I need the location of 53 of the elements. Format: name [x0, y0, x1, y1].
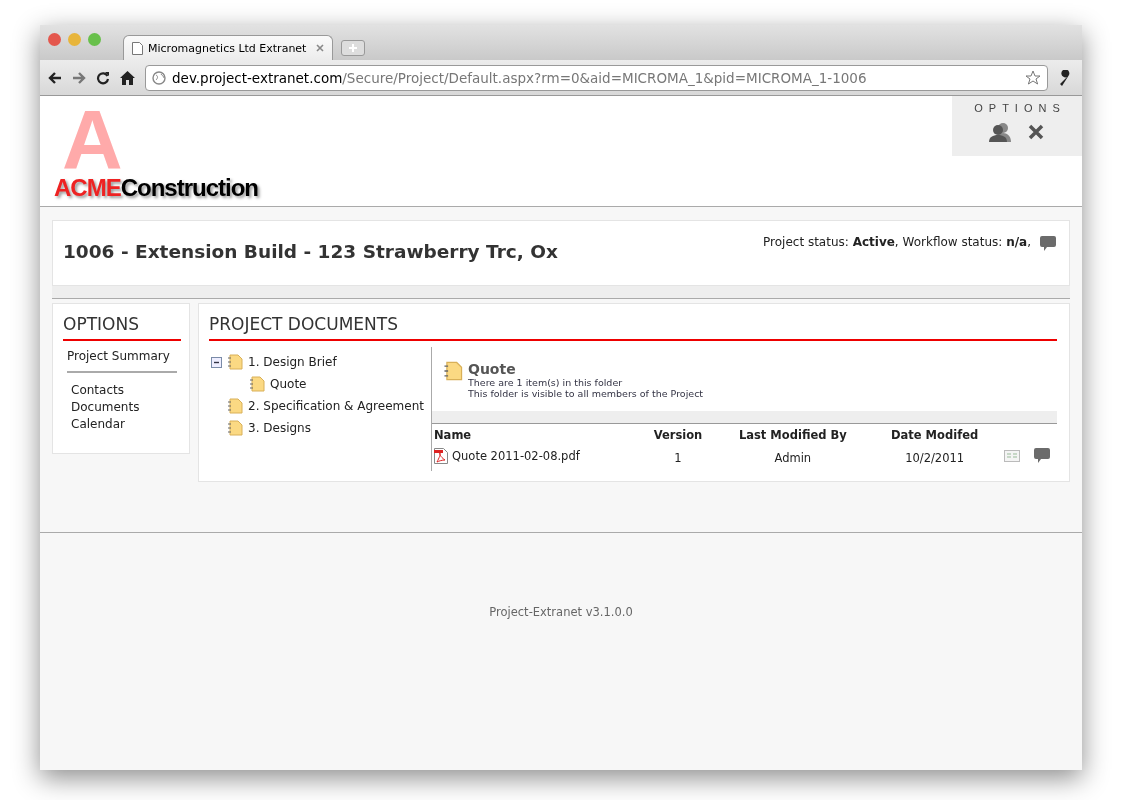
project-title: 1006 - Extension Build - 123 Strawberry Trc, Ox [63, 241, 558, 264]
sidebar-link[interactable]: Contacts [71, 383, 173, 397]
company-logo-text: ACMEConstruction [54, 174, 258, 202]
close-window-button[interactable] [48, 33, 61, 46]
back-icon[interactable] [48, 70, 62, 85]
sidebar-link[interactable]: Calendar [71, 417, 173, 431]
home-icon[interactable] [120, 70, 135, 85]
folder-tree-item[interactable]: 1. Design Brief [248, 355, 337, 369]
column-header: Last Modified By [737, 427, 848, 444]
table-cell: 10/2/2011 [905, 450, 965, 465]
options-title: OPTIONS [974, 102, 1066, 114]
folder-icon [226, 353, 244, 371]
folder-icon [248, 375, 266, 393]
tab-title: Micromagnetics Ltd Extranet [148, 41, 308, 55]
logo-letter: A [62, 106, 123, 174]
close-tab-icon[interactable] [316, 44, 324, 52]
folder-tree-item[interactable]: 2. Specification & Agreement [248, 399, 424, 413]
documents-title: PROJECT DOCUMENTS [209, 314, 1057, 341]
folder-info-text: There are 1 item(s) in this folder [468, 377, 624, 388]
comment-icon[interactable] [1039, 235, 1057, 253]
file-name-link[interactable]: Quote 2011-02-08.pdf [452, 449, 580, 463]
folder-tree-item[interactable]: 3. Designs [248, 421, 311, 435]
column-header: Name [433, 427, 473, 444]
folder-tree-item[interactable]: Quote [270, 377, 307, 391]
forward-icon[interactable] [72, 70, 86, 85]
folder-icon [226, 419, 244, 437]
folder-icon [442, 359, 464, 383]
plus-icon [349, 44, 357, 52]
reload-icon[interactable] [96, 70, 110, 85]
column-header: Version [652, 427, 704, 444]
new-tab-button[interactable] [341, 40, 365, 56]
sidebar-title: OPTIONS [63, 314, 181, 341]
browser-tab[interactable]: Micromagnetics Ltd Extranet [123, 35, 333, 60]
folder-info-text: This folder is visible to all members of the Project [468, 388, 704, 399]
pdf-file-icon [434, 448, 448, 464]
sidebar-link[interactable]: Project Summary [67, 349, 177, 363]
globe-icon [152, 70, 166, 85]
table-cell: 1 [674, 450, 682, 465]
sidebar-link[interactable]: Documents [71, 400, 173, 414]
page-icon [132, 41, 143, 55]
folder-name: Quote [468, 361, 517, 377]
collapse-toggle-icon[interactable] [211, 356, 222, 368]
comment-icon[interactable] [1032, 447, 1051, 465]
star-icon[interactable] [1025, 69, 1041, 86]
folder-icon [226, 397, 244, 415]
version-text: Project-Extranet v3.1.0.0 [489, 605, 633, 619]
table-cell: Admin [774, 450, 812, 465]
column-header: Date Modifed [890, 427, 980, 444]
project-status-text: Project status: Active, Workflow status: n/a, [763, 235, 1031, 249]
users-icon[interactable] [989, 122, 1011, 142]
close-icon[interactable] [1027, 122, 1045, 142]
address-bar[interactable]: dev.project-extranet.com/Secure/Project/Default.aspx?rm=0&aid=MICROMA_1&pid=MICROMA_1-1006 [145, 64, 1048, 91]
url-text: dev.project-extranet.com/Secure/Project/Default.aspx?rm=0&aid=MICROMA_1&pid=MICROMA_1-1006 [172, 69, 868, 86]
